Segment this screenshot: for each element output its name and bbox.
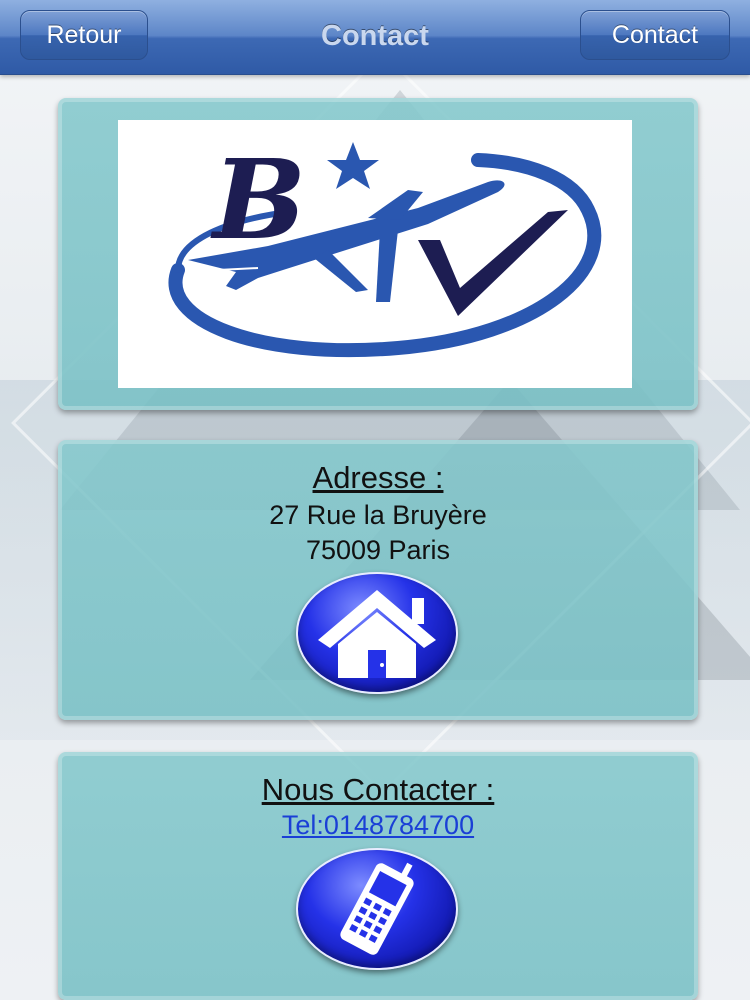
btv-airplane-logo: B xyxy=(168,135,602,358)
navigation-bar: Retour Contact Contact xyxy=(0,0,750,75)
phone-link[interactable]: Tel:0148784700 xyxy=(58,810,698,841)
back-button[interactable]: Retour xyxy=(20,10,148,60)
address-street: 27 Rue la Bruyère xyxy=(269,500,487,530)
address-city: 75009 Paris xyxy=(305,535,451,565)
contact-card: Nous Contacter : Tel:0148784700 xyxy=(58,752,698,1000)
address-card: Adresse : 27 Rue la Bruyère 75009 Paris xyxy=(58,440,698,720)
company-logo: B xyxy=(118,120,632,388)
contact-title: Nous Contacter : xyxy=(261,772,495,807)
home-icon xyxy=(318,590,436,678)
call-button[interactable] xyxy=(296,848,458,970)
contact-button[interactable]: Contact xyxy=(580,10,730,60)
mobile-phone-icon xyxy=(340,862,414,955)
address-title: Adresse : xyxy=(312,460,444,495)
map-home-button[interactable] xyxy=(296,572,458,694)
logo-card: B xyxy=(58,98,698,410)
